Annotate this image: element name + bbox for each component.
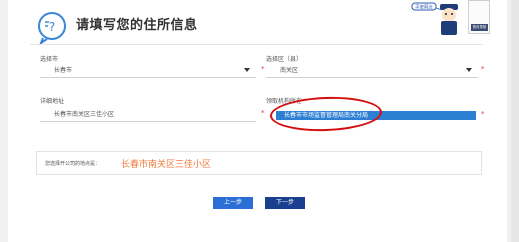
nav-thumbnail[interactable]: 首页导航 — [468, 0, 490, 34]
prev-button[interactable]: 上一步 — [213, 197, 253, 209]
district-select[interactable]: 南关区 — [266, 64, 478, 78]
summary-value: 长春市南关区三佳小区 — [121, 160, 212, 170]
thumb-label: 首页导航 — [471, 24, 488, 31]
chevron-down-icon — [466, 68, 472, 72]
scrollbar[interactable] — [511, 0, 519, 242]
required-mark: * — [261, 65, 265, 73]
mascot-badge-text: 平安网言 — [415, 4, 433, 11]
svg-text:?: ? — [49, 20, 55, 34]
address-label: 详细地址 — [40, 98, 65, 105]
police-mascot-icon: 平安网言 — [411, 2, 458, 35]
district-label: 选择区（县） — [266, 56, 303, 63]
chat-bubble-icon: ? — [38, 12, 66, 44]
city-value: 长春市 — [54, 67, 73, 74]
address-field[interactable]: 长春市南关区三佳小区 — [40, 108, 256, 122]
required-mark: * — [481, 65, 485, 73]
city-label: 选择市 — [40, 56, 59, 63]
city-select[interactable]: 长春市 — [40, 64, 256, 78]
summary-label: 您选择开公司的地点是： — [45, 161, 101, 167]
summary-box: 您选择开公司的地点是： 长春市南关区三佳小区 — [36, 151, 482, 175]
form-panel: ? 请填写您的住所信息 平安网言 首页导航 选择市 长春市 * 选择区（县） 南… — [8, 0, 507, 242]
page-title: 请填写您的住所信息 — [76, 18, 198, 33]
district-value: 南关区 — [280, 67, 299, 74]
title-divider — [30, 44, 483, 45]
required-mark: * — [261, 109, 265, 117]
next-button[interactable]: 下一步 — [265, 197, 305, 209]
address-value: 长春市南关区三佳小区 — [54, 111, 115, 118]
required-mark: * — [481, 110, 485, 118]
chevron-down-icon — [244, 68, 250, 72]
